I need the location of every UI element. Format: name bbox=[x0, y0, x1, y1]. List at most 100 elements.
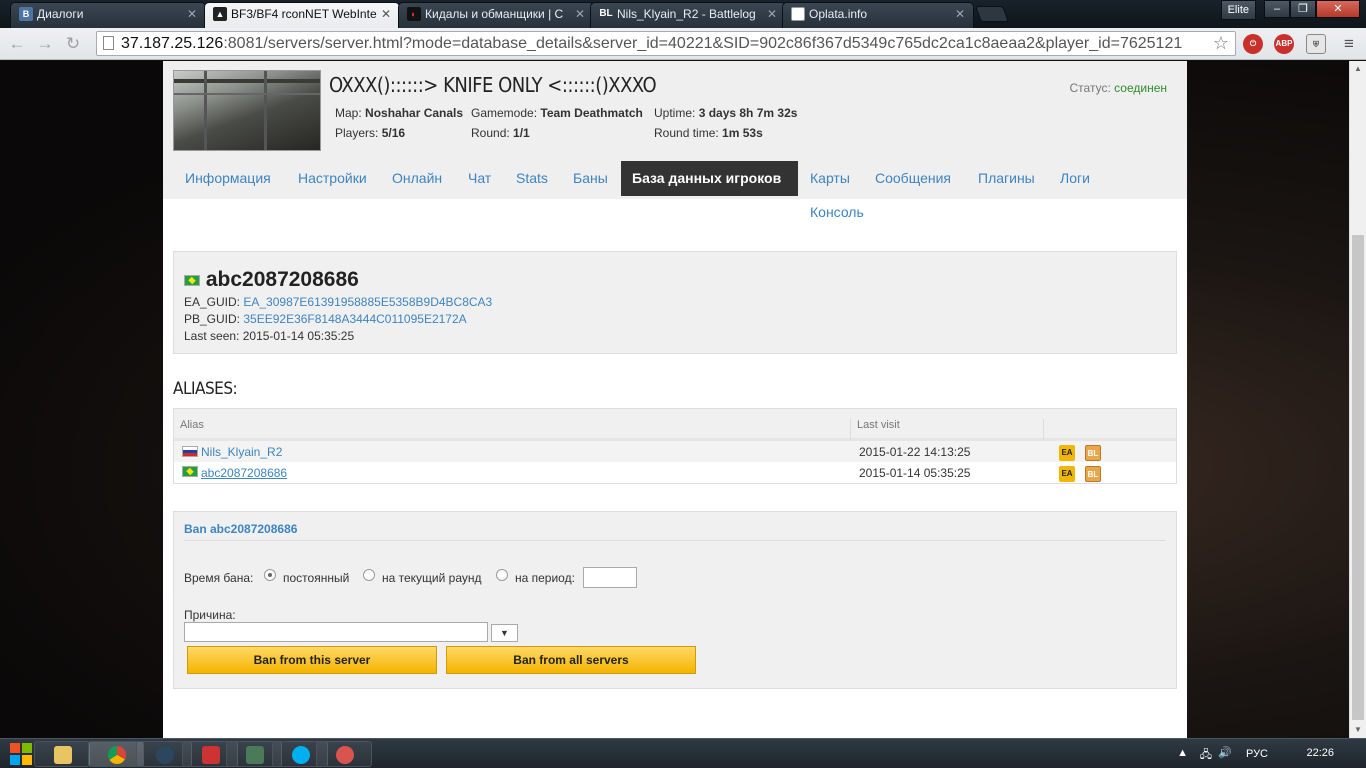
close-icon[interactable]: ✕ bbox=[955, 3, 965, 25]
permanent-label[interactable]: постоянный bbox=[283, 571, 349, 585]
battlefield-icon: ▲ bbox=[213, 7, 227, 21]
radio-period[interactable] bbox=[496, 569, 508, 581]
tab-maps[interactable]: Карты bbox=[799, 161, 861, 196]
close-icon[interactable]: ✕ bbox=[187, 3, 197, 25]
column-last-visit[interactable]: Last visit bbox=[857, 419, 900, 431]
scroll-thumb[interactable] bbox=[1352, 235, 1364, 720]
taskbar-app[interactable] bbox=[316, 741, 372, 767]
tab-player-database[interactable]: База данных игроков bbox=[621, 161, 798, 196]
tab-bans[interactable]: Баны bbox=[562, 161, 619, 196]
battlelog-icon[interactable]: BL bbox=[1085, 466, 1101, 482]
tray-arrow-icon[interactable]: ▲ bbox=[1177, 747, 1188, 759]
tab-online[interactable]: Онлайн bbox=[381, 161, 453, 196]
media-icon bbox=[202, 746, 220, 764]
new-tab-button[interactable] bbox=[975, 6, 1009, 22]
bookmark-star-icon[interactable]: ☆ bbox=[1213, 32, 1229, 55]
tab-messages[interactable]: Сообщения bbox=[864, 161, 962, 196]
reason-input[interactable] bbox=[184, 622, 488, 642]
tab-label: Nils_Klyain_R2 - Battlelog bbox=[617, 7, 756, 21]
tab-settings[interactable]: Настройки bbox=[287, 161, 378, 196]
maximize-button[interactable]: ❐ bbox=[1290, 0, 1316, 18]
tab-info[interactable]: Информация bbox=[174, 161, 282, 196]
tab-battlelog[interactable]: BL Nils_Klyain_R2 - Battlelog ✕ bbox=[590, 2, 786, 28]
steam-icon bbox=[156, 746, 174, 764]
reason-label: Причина: bbox=[184, 608, 236, 622]
tab-label: Диалоги bbox=[37, 7, 84, 21]
stop-extension-icon[interactable]: ⏻ bbox=[1243, 34, 1263, 54]
tab-scammers[interactable]: ◐ Кидалы и обманщики | C ✕ bbox=[398, 2, 594, 28]
scroll-down-button[interactable]: ▼ bbox=[1350, 722, 1366, 738]
shield-icon[interactable]: ⛨ bbox=[1306, 34, 1326, 54]
current-round-label[interactable]: на текущий раунд bbox=[382, 571, 482, 585]
battlelog-icon[interactable]: BL bbox=[1085, 445, 1101, 461]
page-icon bbox=[103, 36, 114, 50]
chrome-icon bbox=[108, 746, 126, 764]
pb-guid-row: PB_GUID: 35EE92E36F8148A3444C011095E2172… bbox=[184, 312, 467, 326]
volume-icon[interactable]: 🔊 bbox=[1218, 746, 1232, 759]
ea-guid-row: EA_GUID: EA_30987E61391958885E5358B9D4BC… bbox=[184, 295, 493, 309]
tab-chat[interactable]: Чат bbox=[457, 161, 502, 196]
page-scrollbar[interactable]: ▲ ▼ bbox=[1349, 61, 1366, 738]
alias-link[interactable]: Nils_Klyain_R2 bbox=[201, 445, 282, 459]
ban-all-servers-button[interactable]: Ban from all servers bbox=[446, 646, 696, 674]
vk-icon: В bbox=[19, 7, 33, 21]
ban-title: Ban abc2087208686 bbox=[184, 522, 298, 536]
windows-start-icon[interactable] bbox=[10, 743, 32, 765]
minimize-button[interactable]: – bbox=[1264, 0, 1290, 18]
tab-rconnet[interactable]: ▲ BF3/BF4 rconNET WebInte ✕ bbox=[204, 2, 400, 28]
address-bar[interactable]: 37.187.25.126:8081/servers/server.html?m… bbox=[96, 31, 1236, 56]
tab-console[interactable]: Консоль bbox=[799, 195, 875, 229]
taskbar-explorer[interactable] bbox=[34, 741, 90, 767]
roundtime-info: Round time: 1m 53s bbox=[654, 126, 763, 140]
round-info: Round: 1/1 bbox=[471, 126, 530, 140]
reason-dropdown-button[interactable]: ▼ bbox=[491, 624, 518, 642]
ea-guid-link[interactable]: EA_30987E61391958885E5358B9D4BC8CA3 bbox=[243, 295, 492, 309]
russia-flag-icon bbox=[182, 446, 198, 457]
server-header: OXXX()::::::> KNIFE ONLY <::::::()XXXO M… bbox=[163, 61, 1187, 199]
close-icon[interactable]: ✕ bbox=[381, 3, 391, 25]
tab-label: Oplata.info bbox=[809, 7, 868, 21]
players-info: Players: 5/16 bbox=[335, 126, 406, 140]
pb-guid-link[interactable]: 35EE92E36F8148A3444C011095E2172A bbox=[243, 312, 466, 326]
period-label[interactable]: на период: bbox=[515, 571, 575, 585]
aliases-table: Alias Last visit Nils_Klyain_R2 2015-01-… bbox=[173, 408, 1177, 484]
radio-permanent[interactable] bbox=[264, 569, 276, 581]
profile-name[interactable]: Elite bbox=[1220, 0, 1256, 20]
tab-stats[interactable]: Stats bbox=[505, 161, 559, 196]
language-indicator[interactable]: РУС bbox=[1246, 748, 1268, 760]
tab-label: BF3/BF4 rconNET WebInte bbox=[231, 7, 377, 21]
ea-icon[interactable]: EA bbox=[1059, 466, 1075, 482]
tab-oplata[interactable]: Oplata.info ✕ bbox=[782, 2, 974, 28]
radio-current-round[interactable] bbox=[363, 569, 375, 581]
map-info: Map: Noshahar Canals bbox=[335, 106, 464, 120]
server-name: OXXX()::::::> KNIFE ONLY <::::::()XXXO bbox=[329, 73, 657, 97]
period-input[interactable] bbox=[583, 567, 637, 588]
brazil-flag-icon bbox=[182, 466, 198, 477]
network-tray-icon[interactable]: 🖧 bbox=[1200, 746, 1212, 765]
close-window-button[interactable]: ✕ bbox=[1316, 0, 1360, 18]
tab-dialogs[interactable]: В Диалоги ✕ bbox=[10, 2, 206, 28]
url-path: :8081/servers/server.html?mode=database_… bbox=[223, 35, 1183, 52]
player-name-heading: abc2087208686 bbox=[184, 268, 359, 292]
adblock-icon[interactable]: ABP bbox=[1274, 34, 1294, 54]
table-header: Alias Last visit bbox=[174, 409, 1176, 451]
ban-this-server-button[interactable]: Ban from this server bbox=[187, 646, 437, 674]
tab-logs[interactable]: Логи bbox=[1049, 161, 1101, 196]
tab-plugins[interactable]: Плагины bbox=[967, 161, 1046, 196]
browser-tab-strip: В Диалоги ✕ ▲ BF3/BF4 rconNET WebInte ✕ … bbox=[0, 0, 1366, 28]
scroll-up-button[interactable]: ▲ bbox=[1350, 61, 1366, 77]
reload-button[interactable]: ↻ bbox=[62, 34, 84, 54]
forward-button[interactable]: → bbox=[34, 34, 56, 54]
table-row: abc2087208686 2015-01-14 05:35:25 EA BL bbox=[174, 462, 1176, 483]
close-icon[interactable]: ✕ bbox=[767, 3, 777, 25]
ea-icon[interactable]: EA bbox=[1059, 445, 1075, 461]
close-icon[interactable]: ✕ bbox=[575, 3, 585, 25]
map-thumbnail bbox=[173, 70, 321, 151]
menu-icon[interactable]: ≡ bbox=[1338, 34, 1360, 54]
clock[interactable]: 22:26 bbox=[1306, 747, 1334, 759]
battlelog-icon: BL bbox=[599, 8, 613, 19]
column-alias[interactable]: Alias bbox=[180, 419, 204, 431]
alias-link[interactable]: abc2087208686 bbox=[201, 466, 287, 480]
ban-time-label: Время бана: bbox=[184, 571, 254, 585]
back-button[interactable]: ← bbox=[6, 34, 28, 54]
